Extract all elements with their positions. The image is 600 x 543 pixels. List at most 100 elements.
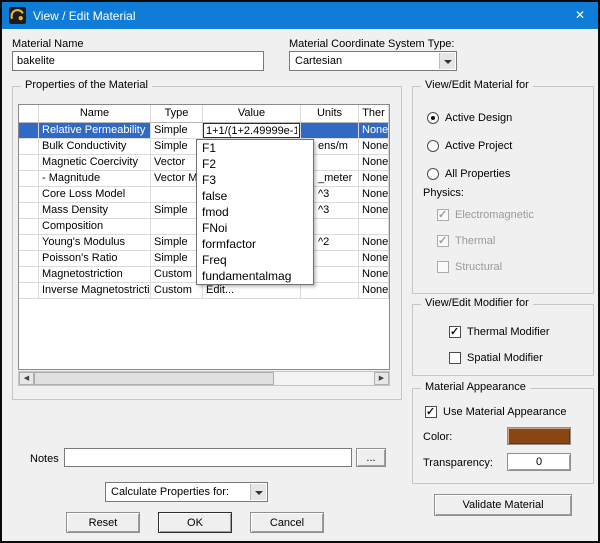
autocomplete-item[interactable]: F2 (197, 156, 313, 172)
cancel-button[interactable]: Cancel (250, 512, 324, 533)
checkbox-thermal-modifier[interactable]: Thermal Modifier (449, 325, 550, 339)
cell-name: Bulk Conductivity (39, 139, 151, 154)
radio-active-project[interactable]: Active Project (427, 139, 512, 153)
cell-name: - Magnitude (39, 171, 151, 186)
cell-units (301, 123, 359, 138)
coordinate-system-combo[interactable]: Cartesian (289, 51, 457, 71)
checkbox-thermal: Thermal (437, 234, 495, 248)
transparency-label: Transparency: (423, 457, 493, 469)
notes-browse-button[interactable]: ... (356, 448, 386, 467)
ok-button[interactable]: OK (158, 512, 232, 533)
autocomplete-item[interactable]: F1 (197, 140, 313, 156)
physics-label: Physics: (423, 187, 464, 199)
cell-thermal: None (359, 203, 389, 218)
view-edit-material-group-title: View/Edit Material for (421, 79, 533, 91)
horizontal-scrollbar[interactable]: ◀ ▶ (18, 371, 390, 386)
notes-input[interactable] (64, 448, 352, 467)
checkbox-icon (437, 261, 449, 273)
cell-name: Core Loss Model (39, 187, 151, 202)
row-selector-cell (19, 267, 39, 282)
scroll-right-icon[interactable]: ▶ (374, 372, 389, 385)
cell-thermal: None (359, 123, 389, 138)
checkbox-icon (425, 405, 437, 418)
autocomplete-item[interactable]: false (197, 188, 313, 204)
dialog-view-edit-material: View / Edit Material ✕ Material Name Mat… (0, 0, 600, 543)
header-type: Type (151, 105, 203, 122)
validate-material-button[interactable]: Validate Material (434, 494, 572, 516)
radio-icon (427, 140, 439, 152)
material-name-label: Material Name (12, 38, 84, 50)
view-edit-modifier-group-title: View/Edit Modifier for (421, 297, 533, 309)
header-units: Units (301, 105, 359, 122)
checkbox-label: Thermal Modifier (467, 326, 550, 338)
checkbox-use-material-appearance[interactable]: Use Material Appearance (425, 405, 567, 419)
radio-icon (427, 168, 439, 180)
row-selector-cell (19, 171, 39, 186)
row-selector-cell (19, 203, 39, 218)
chevron-down-icon (439, 53, 455, 69)
cell-thermal (359, 219, 389, 234)
reset-button[interactable]: Reset (66, 512, 140, 533)
radio-active-design[interactable]: Active Design (427, 111, 512, 125)
cell-thermal: None (359, 251, 389, 266)
autocomplete-item[interactable]: Freq (197, 252, 313, 268)
cell-name: Young's Modulus (39, 235, 151, 250)
checkbox-label: Structural (455, 261, 503, 273)
coordinate-system-value: Cartesian (295, 55, 343, 67)
view-edit-material-groupbox: View/Edit Material for Active Design Act… (412, 79, 594, 294)
cell-units (301, 283, 359, 298)
cell-value (203, 123, 301, 138)
cell-name: Magnetic Coercivity (39, 155, 151, 170)
cell-thermal: None (359, 267, 389, 282)
checkbox-label: Spatial Modifier (467, 352, 543, 364)
checkbox-electromagnetic: Electromagnetic (437, 208, 534, 222)
material-property-row[interactable]: Relative Permeability Simple None (19, 123, 389, 139)
close-icon[interactable]: ✕ (575, 8, 585, 22)
cell-thermal: None (359, 235, 389, 250)
checkbox-icon (449, 352, 461, 364)
notes-label: Notes (30, 453, 59, 465)
material-appearance-groupbox: Material Appearance Use Material Appeara… (412, 381, 594, 484)
app-icon (9, 7, 26, 24)
header-selector (19, 105, 39, 122)
table-header-row: Name Type Value Units Ther (19, 105, 389, 123)
row-selector-cell (19, 139, 39, 154)
cell-name: Relative Permeability (39, 123, 151, 138)
checkbox-icon (449, 325, 461, 338)
chevron-down-icon (250, 484, 266, 500)
radio-all-properties[interactable]: All Properties (427, 167, 510, 181)
cell-name: Mass Density (39, 203, 151, 218)
autocomplete-item[interactable]: formfactor (197, 236, 313, 252)
radio-icon (427, 112, 439, 124)
row-selector-cell (19, 283, 39, 298)
checkbox-label: Electromagnetic (455, 209, 534, 221)
autocomplete-item[interactable]: FNoi (197, 220, 313, 236)
autocomplete-item[interactable]: fmod (197, 204, 313, 220)
radio-label: Active Project (445, 140, 513, 152)
checkbox-label: Thermal (455, 235, 496, 247)
title-bar: View / Edit Material ✕ (2, 2, 598, 29)
header-name: Name (39, 105, 151, 122)
cell-thermal: None (359, 187, 389, 202)
value-edit-input[interactable] (203, 123, 300, 138)
transparency-value-button[interactable]: 0 (507, 453, 571, 471)
autocomplete-item[interactable]: F3 (197, 172, 313, 188)
checkbox-spatial-modifier[interactable]: Spatial Modifier (449, 351, 543, 365)
color-swatch-button[interactable] (507, 427, 571, 445)
row-selector-cell (19, 187, 39, 202)
cell-name: Poisson's Ratio (39, 251, 151, 266)
cell-value-edit-button[interactable]: Edit... (203, 283, 301, 298)
calculate-properties-combo[interactable]: Calculate Properties for: (105, 482, 268, 502)
material-name-input[interactable] (12, 51, 264, 71)
checkbox-icon (437, 208, 449, 221)
cell-type: Custom (151, 283, 203, 298)
scroll-left-icon[interactable]: ◀ (19, 372, 34, 385)
row-selector-cell (19, 123, 39, 138)
radio-label: All Properties (445, 168, 511, 180)
cell-thermal: None (359, 283, 389, 298)
material-appearance-group-title: Material Appearance (421, 381, 530, 393)
material-property-row[interactable]: Inverse Magnetostriction Custom Edit... … (19, 283, 389, 299)
row-selector-cell (19, 155, 39, 170)
autocomplete-item[interactable]: fundamentalmag (197, 268, 313, 284)
scrollbar-thumb[interactable] (34, 372, 274, 385)
